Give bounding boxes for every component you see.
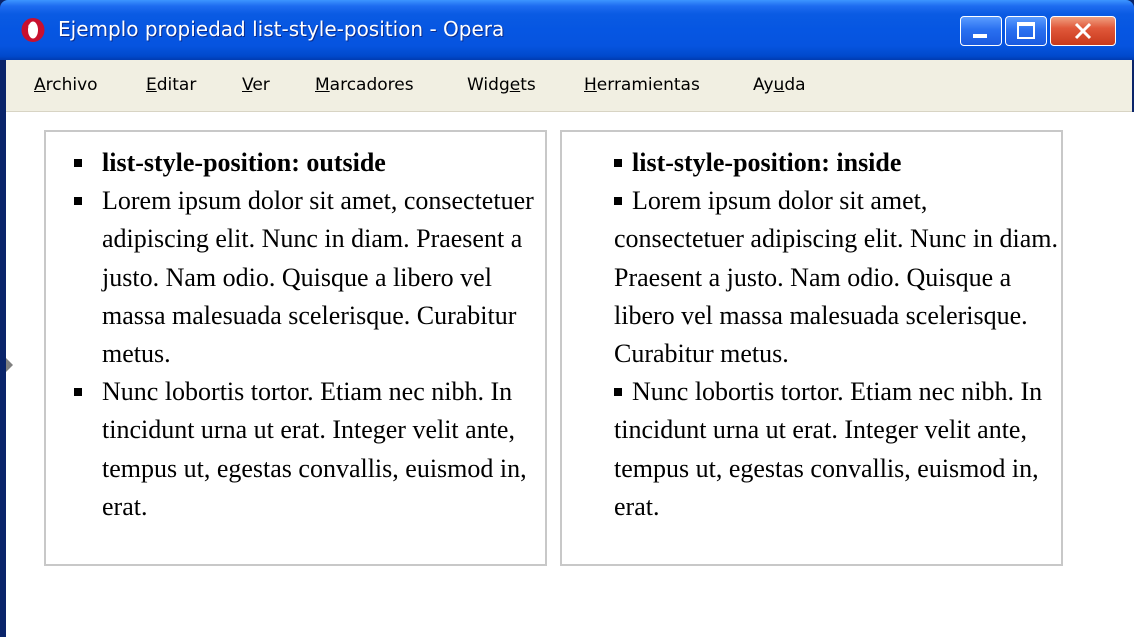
menu-label-part: Widg (467, 75, 510, 95)
window-title: Ejemplo propiedad list-style-position - … (58, 17, 505, 41)
list-item-text: Lorem ipsum dolor sit amet, consectetuer… (614, 186, 1059, 369)
list-heading: list-style-position: inside (632, 148, 902, 177)
menu-ver[interactable]: Ver (242, 74, 270, 96)
menu-accelerator: u (773, 75, 785, 95)
list-item: list-style-position: inside (614, 144, 1060, 182)
menu-accelerator: e (509, 75, 521, 95)
square-bullet-icon (614, 197, 622, 206)
list-item: list-style-position: outside (74, 144, 544, 182)
list-heading: list-style-position: outside (102, 148, 386, 177)
square-bullet-icon (74, 159, 82, 167)
menu-accelerator: H (584, 75, 597, 95)
menu-label-part: rchivo (45, 75, 98, 95)
menu-marcadores[interactable]: Marcadores (315, 74, 414, 96)
menu-accelerator: M (315, 75, 330, 95)
menu-label-part: da (784, 75, 806, 95)
maximize-icon (1017, 22, 1035, 39)
panel-toggle-arrow-icon[interactable] (6, 358, 13, 372)
menu-accelerator: E (146, 75, 157, 95)
menu-label-part: ditar (156, 75, 197, 95)
square-bullet-icon (74, 388, 82, 397)
menu-accelerator: A (34, 75, 46, 95)
maximize-button[interactable] (1005, 16, 1047, 46)
list-inside: list-style-position: inside Lorem ipsum … (614, 144, 1060, 526)
opera-icon (21, 18, 45, 42)
list-outside: list-style-position: outside Lorem ipsum… (74, 144, 544, 526)
minimize-icon (973, 34, 987, 38)
square-bullet-icon (614, 388, 622, 397)
menu-label-part: erramientas (596, 75, 700, 95)
menu-archivo[interactable]: Archivo (34, 74, 98, 96)
list-item: Nunc lobortis tortor. Etiam nec nibh. In… (614, 373, 1060, 526)
list-item: Nunc lobortis tortor. Etiam nec nibh. In… (74, 373, 544, 526)
menu-ayuda[interactable]: Ayuda (753, 74, 806, 96)
list-item-text: Nunc lobortis tortor. Etiam nec nibh. In… (614, 377, 1043, 521)
list-item: Lorem ipsum dolor sit amet, consectetuer… (614, 182, 1060, 373)
menu-label-part: arcadores (329, 75, 414, 95)
menu-editar[interactable]: Editar (146, 74, 196, 96)
list-item-text: Nunc lobortis tortor. Etiam nec nibh. In… (102, 377, 527, 521)
menu-label-part: ts (520, 75, 536, 95)
menu-label-part: er (252, 75, 270, 95)
menu-widgets[interactable]: Widgets (467, 74, 536, 96)
menu-bar: Archivo Editar Ver Marcadores Widgets He… (6, 60, 1132, 112)
browser-window: Ejemplo propiedad list-style-position - … (0, 0, 1134, 637)
example-inside-box: list-style-position: inside Lorem ipsum … (560, 130, 1063, 566)
close-icon (1074, 22, 1092, 40)
square-bullet-icon (614, 159, 622, 168)
menu-accelerator: V (242, 75, 253, 95)
list-item-text: Lorem ipsum dolor sit amet, consectetuer… (102, 186, 534, 369)
title-bar[interactable]: Ejemplo propiedad list-style-position - … (0, 0, 1134, 60)
list-item: Lorem ipsum dolor sit amet, consectetuer… (74, 182, 544, 373)
menu-herramientas[interactable]: Herramientas (584, 74, 700, 96)
square-bullet-icon (74, 197, 82, 206)
close-button[interactable] (1050, 16, 1116, 46)
menu-label-part: Ay (753, 75, 774, 95)
minimize-button[interactable] (960, 16, 1002, 46)
example-outside-box: list-style-position: outside Lorem ipsum… (44, 130, 547, 566)
page-viewport: list-style-position: outside Lorem ipsum… (6, 112, 1134, 637)
